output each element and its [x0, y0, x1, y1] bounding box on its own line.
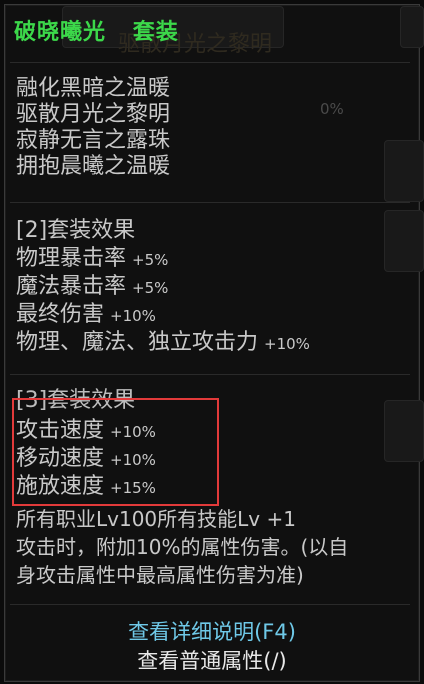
background-slot: [384, 210, 424, 272]
highlight-box: [12, 398, 219, 506]
divider: [10, 62, 410, 63]
set2-effect: 物理暴击率 +5%: [16, 246, 168, 273]
divider: [10, 202, 410, 203]
view-details-link[interactable]: 查看详细说明(F4): [0, 616, 424, 646]
effect-value: +10%: [110, 307, 156, 325]
effect-value: +10%: [264, 335, 310, 353]
set2-effect: 魔法暴击率 +5%: [16, 274, 168, 301]
effect-name: 魔法暴击率: [16, 274, 127, 299]
divider: [10, 374, 410, 375]
effect-name: 物理暴击率: [16, 246, 127, 271]
set2-effect: 物理、魔法、独立攻击力 +10%: [16, 330, 310, 357]
set-item: 融化黑暗之温暖: [16, 76, 171, 101]
view-normal-attributes-link[interactable]: 查看普通属性(/): [0, 645, 424, 675]
effect-value: +5%: [132, 279, 169, 297]
set3-extra-line: 身攻击属性中最高属性伤害为准): [16, 563, 304, 587]
set2-header: [2]套装效果: [16, 218, 136, 243]
background-percent: 0%: [320, 100, 344, 118]
set3-extra-line: 攻击时，附加10%的属性伤害。(以自: [16, 535, 349, 559]
set-item: 驱散月光之黎明: [16, 102, 171, 127]
background-slot: [384, 400, 424, 462]
background-slot: [384, 140, 424, 202]
divider: [10, 604, 410, 605]
set-item: 拥抱晨曦之温暖: [16, 154, 171, 179]
effect-name: 物理、魔法、独立攻击力: [16, 330, 259, 355]
set-item: 寂静无言之露珠: [16, 128, 171, 153]
set3-extra-line: 所有职业Lv100所有技能Lv +1: [16, 507, 296, 531]
effect-value: +5%: [132, 251, 169, 269]
set2-effect: 最终伤害 +10%: [16, 302, 156, 329]
effect-name: 最终伤害: [16, 302, 105, 327]
background-slot: [400, 6, 424, 48]
set-title: 破晓曦光 套装: [14, 14, 197, 46]
set-tag: 套装: [132, 20, 179, 45]
set-name: 破晓曦光: [14, 20, 107, 45]
